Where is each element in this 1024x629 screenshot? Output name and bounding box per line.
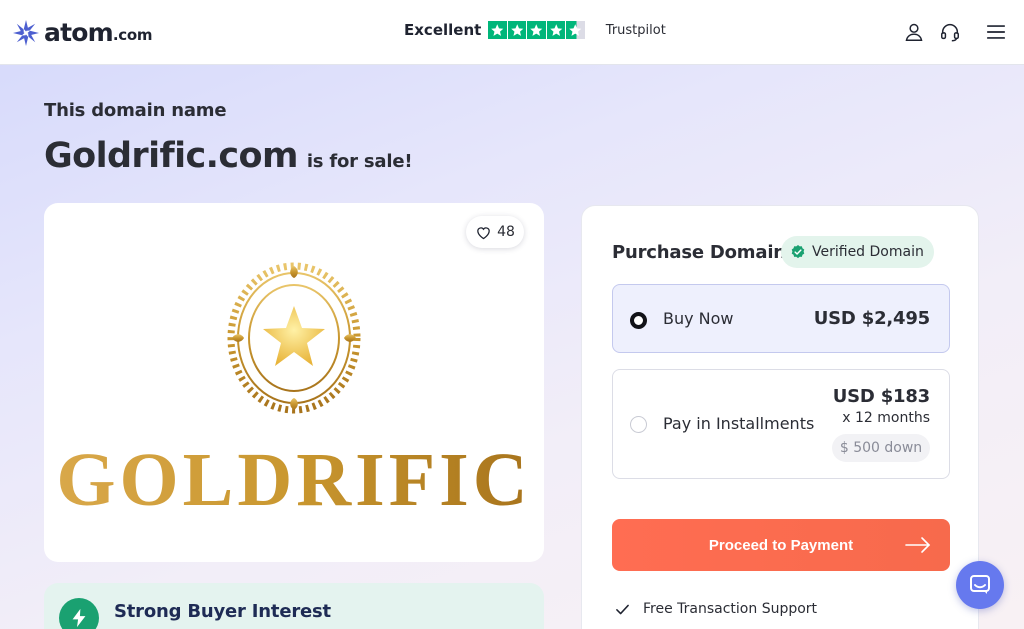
trustpilot-brand: Trustpilot <box>605 22 666 38</box>
feature-free-support: Free Transaction Support <box>615 601 817 617</box>
heart-icon <box>477 226 490 239</box>
buyer-interest-card: Strong Buyer Interest <box>44 583 544 629</box>
menu-icon[interactable] <box>985 21 1007 43</box>
domain-logo-card: 48 GOLDRIFIC <box>44 203 544 562</box>
arrow-right-icon <box>905 537 931 553</box>
logo-name: atom <box>44 18 114 47</box>
star-icon <box>527 20 546 40</box>
user-icon[interactable] <box>903 21 925 43</box>
bolt-icon <box>59 598 99 629</box>
chat-icon <box>970 575 990 594</box>
atom-logo-icon <box>13 20 39 46</box>
radio-selected[interactable] <box>630 312 647 329</box>
buy-now-price: USD $2,495 <box>813 308 930 329</box>
headset-icon[interactable] <box>939 21 961 43</box>
for-sale-text: is for sale! <box>306 151 413 172</box>
page-title: Goldrific.com is for sale! <box>44 136 413 176</box>
installments-price: USD $183 <box>832 386 930 407</box>
gold-star-emblem <box>227 262 361 414</box>
site-header: atom .com Excellent Trustpilot <box>0 0 1024 65</box>
star-icon <box>546 20 566 40</box>
goldrific-wordmark: GOLDRIFIC <box>56 439 531 515</box>
installments-label: Pay in Installments <box>663 414 815 433</box>
feature-text: Free Transaction Support <box>643 601 818 617</box>
buy-now-option[interactable]: Buy Now USD $2,495 <box>612 284 950 353</box>
purchase-title: Purchase Domain <box>612 242 786 263</box>
down-payment-badge: $ 500 down <box>832 434 930 462</box>
domain-eyebrow: This domain name <box>44 100 227 121</box>
verified-badge: Verified Domain <box>781 236 934 268</box>
star-icon <box>488 20 507 40</box>
installments-term: x 12 months <box>842 410 930 426</box>
proceed-label: Proceed to Payment <box>708 536 854 554</box>
logo-tld: .com <box>112 26 153 44</box>
radio-unselected[interactable] <box>630 416 647 433</box>
wordmark-text: GOLDRIFIC <box>56 439 531 515</box>
like-count: 48 <box>497 224 515 240</box>
buyer-interest-title: Strong Buyer Interest <box>114 601 331 622</box>
chat-launcher-button[interactable] <box>956 561 1004 609</box>
check-icon <box>616 604 629 614</box>
half-star-icon <box>566 20 585 40</box>
trustpilot-rating[interactable]: Excellent Trustpilot <box>404 20 666 40</box>
verified-check-icon <box>791 245 805 259</box>
atom-logo[interactable]: atom .com <box>12 17 152 49</box>
verified-text: Verified Domain <box>812 244 924 260</box>
buy-now-label: Buy Now <box>663 309 734 328</box>
proceed-to-payment-button[interactable]: Proceed to Payment <box>612 519 950 571</box>
trust-stars <box>488 20 586 40</box>
like-button[interactable]: 48 <box>466 216 524 248</box>
trust-label: Excellent <box>404 21 482 39</box>
domain-name: Goldrific.com <box>44 136 298 176</box>
star-icon <box>507 20 527 40</box>
installments-option[interactable]: Pay in Installments USD $183 x 12 months… <box>612 369 950 479</box>
purchase-panel: Purchase Domain Verified Domain Buy Now … <box>581 205 979 629</box>
